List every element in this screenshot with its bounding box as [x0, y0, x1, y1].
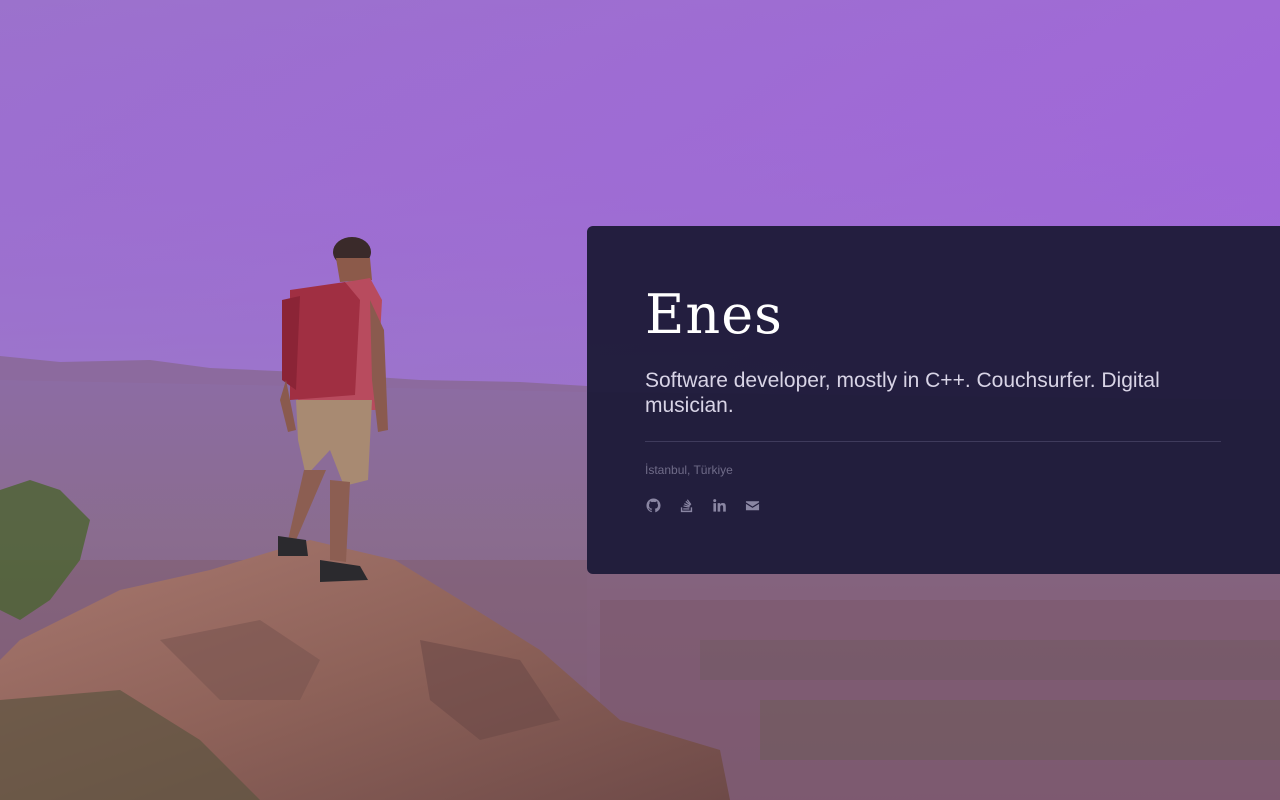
stackoverflow-icon — [680, 499, 693, 513]
stackoverflow-link[interactable] — [678, 497, 695, 514]
profile-name: Enes — [645, 283, 783, 346]
email-icon — [745, 501, 760, 511]
divider — [645, 441, 1221, 443]
github-icon — [646, 498, 661, 513]
profile-card: Enes Software developer, mostly in C++. … — [587, 226, 1280, 574]
linkedin-link[interactable] — [711, 497, 728, 514]
profile-location: İstanbul, Türkiye — [645, 463, 733, 478]
github-link[interactable] — [645, 497, 662, 514]
linkedin-icon — [713, 499, 726, 512]
email-link[interactable] — [744, 497, 761, 514]
profile-tagline: Software developer, mostly in C++. Couch… — [645, 369, 1160, 418]
social-links — [645, 497, 1222, 514]
